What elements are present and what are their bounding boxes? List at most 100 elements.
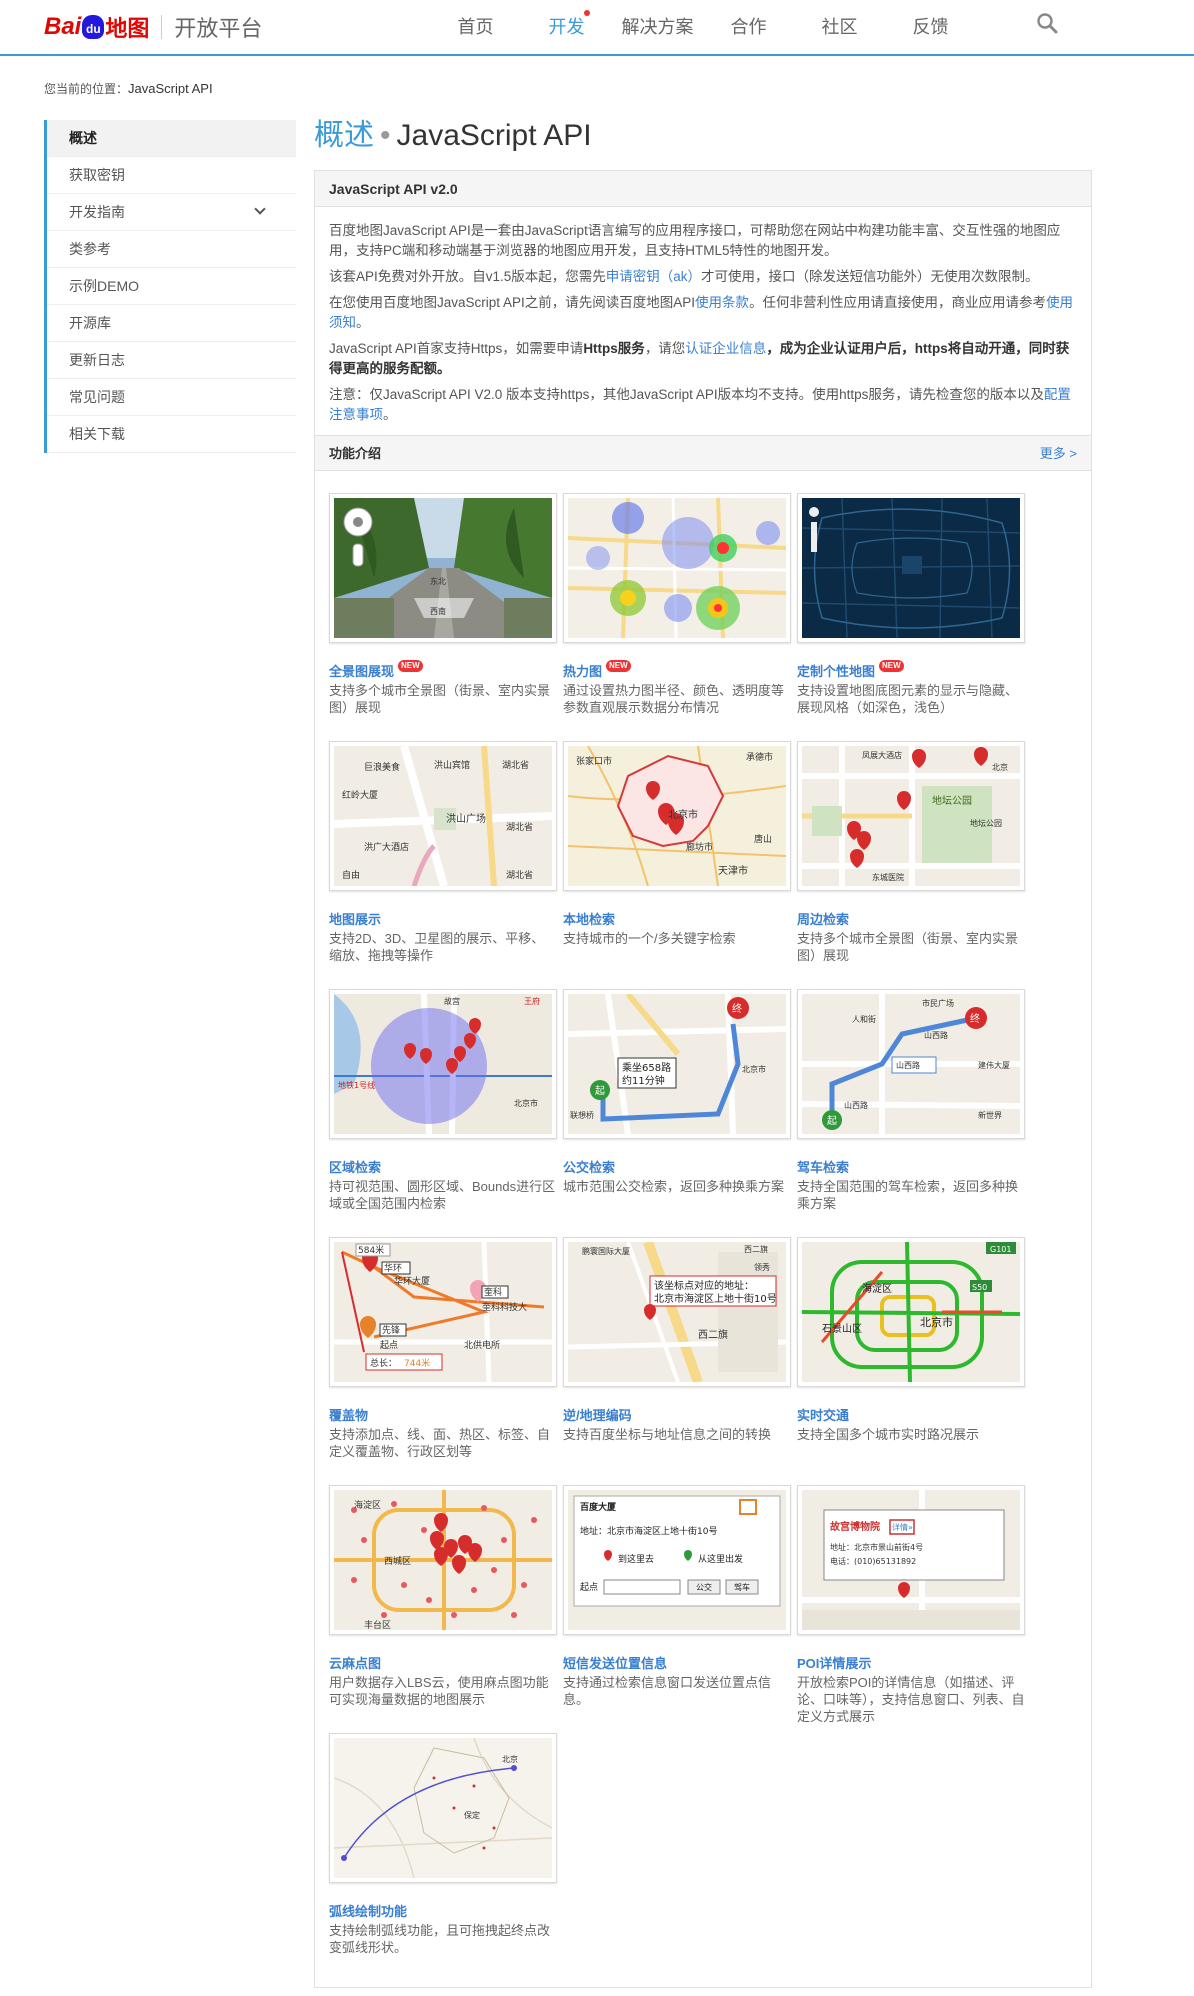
intro-text-segment: 。任何非营利性应用请直接使用，商业应用请参考: [749, 295, 1047, 310]
feature-description: 支持添加点、线、面、热区、标签、自定义覆盖物、行政区划等: [329, 1427, 551, 1459]
intro-text-segment: JavaScript API首家支持Https，如需要申请: [329, 341, 584, 356]
end-marker: 终: [970, 1012, 980, 1025]
map-label: 张家口市: [576, 755, 612, 767]
map-label: 北京市: [514, 1098, 538, 1108]
feature-thumbnail[interactable]: 584米 华环 华环大厦 奎科 奎科科技大 先锋 起点 北供电所 总长： 744…: [329, 1237, 557, 1387]
baidu-map-logo[interactable]: Bai du 地图 开放平台: [44, 12, 262, 42]
feature-thumbnail[interactable]: 起 终 乘坐658路 约11分钟 北京市 联想桥: [563, 989, 791, 1139]
feature-thumbnail[interactable]: 故宫博物院 详情» 地址：北京市景山前街4号 电话：(010)65131892: [797, 1485, 1025, 1635]
feature-thumbnail[interactable]: 西城区 海淀区 丰台区: [329, 1485, 557, 1635]
feature-thumbnail[interactable]: G101 S50 海淀区 北京市 石景山区: [797, 1237, 1025, 1387]
intro-text-segment: 才可使用，接口（除发送短信功能外）无使用次数限制。: [701, 269, 1039, 284]
nav-solutions[interactable]: 解决方案: [612, 0, 703, 54]
nav-develop[interactable]: 开发: [521, 0, 612, 54]
feature-title[interactable]: POI详情展示: [797, 1653, 1025, 1672]
feature-nearby-search: 凤展大酒店 北京 地坛公园 地坛公园 东城医院 周边检索 支持多个城市全景图（街…: [797, 741, 1025, 964]
feature-title[interactable]: 云麻点图: [329, 1653, 557, 1672]
new-badge: NEW: [879, 659, 904, 672]
map-label: 新世界: [978, 1110, 1002, 1120]
sidebar-item-open-source[interactable]: 开源库: [47, 305, 296, 342]
apply-key-link[interactable]: 申请密钥（ak）: [606, 269, 701, 284]
nav-cooperation[interactable]: 合作: [703, 0, 794, 54]
intro-text-segment: 在您使用百度地图JavaScript API之前，请先阅读百度地图API: [329, 295, 696, 310]
more-link[interactable]: 更多 >: [1040, 436, 1077, 472]
feature-thumbnail[interactable]: 故宫 王府 地铁1号线 北京市: [329, 989, 557, 1139]
feature-title[interactable]: 覆盖物: [329, 1405, 557, 1424]
logo-text-bai: Bai: [44, 13, 82, 40]
page-title-sub: JavaScript API: [396, 119, 592, 152]
sidebar-item-overview[interactable]: 概述: [47, 120, 296, 157]
nav-home[interactable]: 首页: [430, 0, 521, 54]
sms-go-here: 到这里去: [618, 1553, 654, 1565]
sms-location-image: 百度大厦 地址：北京市海淀区上地十街10号 到这里去 从这里出发 起点 公交 驾…: [568, 1490, 786, 1630]
search-icon[interactable]: [1036, 12, 1058, 34]
sidebar-item-dev-guide[interactable]: 开发指南: [47, 194, 296, 231]
bus-info-line2: 约11分钟: [622, 1074, 665, 1087]
map-label: 市民广场: [922, 998, 954, 1008]
feature-description: 支持设置地图底图元素的显示与隐藏、展现风格（如深色，浅色）: [797, 683, 1019, 715]
feature-thumbnail[interactable]: 起 终 市民广场 人和街 山西路 山西路 建伟大厦 山西路 新世界: [797, 989, 1025, 1139]
feature-thumbnail[interactable]: 北京 保定: [329, 1733, 557, 1883]
map-display-image: 巨浪美食 洪山宾馆 湖北省 红岭大厦 洪山广场 洪广大酒店 湖北省 自由 湖北省: [334, 746, 552, 886]
terms-link[interactable]: 使用条款: [695, 295, 749, 310]
feature-description: 城市范围公交检索，返回多种换乘方案: [563, 1179, 785, 1194]
feature-geocoding: 该坐标点对应的地址： 北京市海淀区上地十街10号 西二旗 鹏寰国际大厦 领秀 西…: [563, 1237, 791, 1443]
sidebar-item-faq[interactable]: 常见问题: [47, 379, 296, 416]
map-label: 华环大厦: [394, 1275, 430, 1287]
sidebar-item-changelog[interactable]: 更新日志: [47, 342, 296, 379]
total-length-value: 744米: [404, 1357, 430, 1369]
feature-thumbnail[interactable]: [797, 493, 1025, 643]
map-label: 凤展大酒店: [862, 750, 902, 760]
features-header: 功能介绍 更多 >: [315, 435, 1091, 471]
feature-thumbnail[interactable]: [563, 493, 791, 643]
map-label: 人和街: [852, 1014, 876, 1024]
feature-title-text: 全景图展现: [329, 664, 395, 679]
poi-title: 故宫博物院: [830, 1520, 880, 1533]
feature-title[interactable]: 全景图展现 NEW: [329, 659, 557, 680]
map-label: 北京市: [668, 808, 698, 821]
platform-name: 开放平台: [174, 16, 263, 41]
nav-community[interactable]: 社区: [794, 0, 885, 54]
feature-title[interactable]: 本地检索: [563, 909, 791, 928]
enterprise-auth-link[interactable]: 认证企业信息: [685, 341, 766, 356]
nav-feedback[interactable]: 反馈: [885, 0, 976, 54]
feature-title[interactable]: 热力图 NEW: [563, 659, 791, 680]
map-label: 王府: [524, 996, 540, 1006]
feature-title[interactable]: 周边检索: [797, 909, 1025, 928]
drive-search-image: 起 终 市民广场 人和街 山西路 山西路 建伟大厦 山西路 新世界: [802, 994, 1020, 1134]
map-label: 北京市: [920, 1315, 953, 1329]
map-label: 北京: [992, 762, 1008, 772]
map-label: 湖北省: [502, 759, 529, 771]
feature-thumbnail[interactable]: 巨浪美食 洪山宾馆 湖北省 红岭大厦 洪山广场 洪广大酒店 湖北省 自由 湖北省: [329, 741, 557, 891]
start-marker: 起: [595, 1085, 605, 1097]
logo-divider: [161, 15, 163, 39]
sidebar-item-downloads[interactable]: 相关下载: [47, 416, 296, 453]
feature-thumbnail[interactable]: 百度大厦 地址：北京市海淀区上地十街10号 到这里去 从这里出发 起点 公交 驾…: [563, 1485, 791, 1635]
feature-title[interactable]: 弧线绘制功能: [329, 1901, 557, 1920]
geocoding-image: 该坐标点对应的地址： 北京市海淀区上地十街10号 西二旗 鹏寰国际大厦 领秀 西…: [568, 1242, 786, 1382]
sidebar-item-class-reference[interactable]: 类参考: [47, 231, 296, 268]
feature-title[interactable]: 地图展示: [329, 909, 557, 928]
feature-title[interactable]: 实时交通: [797, 1405, 1025, 1424]
intro-paragraph: 在您使用百度地图JavaScript API之前，请先阅读百度地图API使用条款…: [329, 293, 1077, 333]
feature-thumbnail[interactable]: 凤展大酒店 北京 地坛公园 地坛公园 东城医院: [797, 741, 1025, 891]
feature-title[interactable]: 公交检索: [563, 1157, 791, 1176]
feature-title[interactable]: 驾车检索: [797, 1157, 1025, 1176]
map-label: 山西路: [844, 1100, 868, 1110]
feature-title[interactable]: 短信发送位置信息: [563, 1653, 791, 1672]
feature-thumbnail[interactable]: 东北 西南: [329, 493, 557, 643]
intro-paragraph: 百度地图JavaScript API是一套由JavaScript语言编写的应用程…: [329, 223, 1061, 258]
feature-title[interactable]: 逆/地理编码: [563, 1405, 791, 1424]
map-label: 北供电所: [464, 1339, 500, 1351]
feature-thumbnail[interactable]: 张家口市 承德市 北京市 廊坊市 唐山 天津市: [563, 741, 791, 891]
map-label: 奎科: [484, 1286, 502, 1298]
chevron-down-icon[interactable]: [254, 203, 266, 215]
start-marker: 起: [827, 1115, 837, 1127]
feature-thumbnail[interactable]: 该坐标点对应的地址： 北京市海淀区上地十街10号 西二旗 鹏寰国际大厦 领秀 西…: [563, 1237, 791, 1387]
sidebar-item-demo[interactable]: 示例DEMO: [47, 268, 296, 305]
breadcrumb-current[interactable]: JavaScript API: [128, 81, 213, 96]
feature-title[interactable]: 区域检索: [329, 1157, 557, 1176]
feature-title[interactable]: 定制个性地图 NEW: [797, 659, 1025, 680]
map-label: 东城医院: [872, 872, 904, 882]
sidebar-item-get-key[interactable]: 获取密钥: [47, 157, 296, 194]
